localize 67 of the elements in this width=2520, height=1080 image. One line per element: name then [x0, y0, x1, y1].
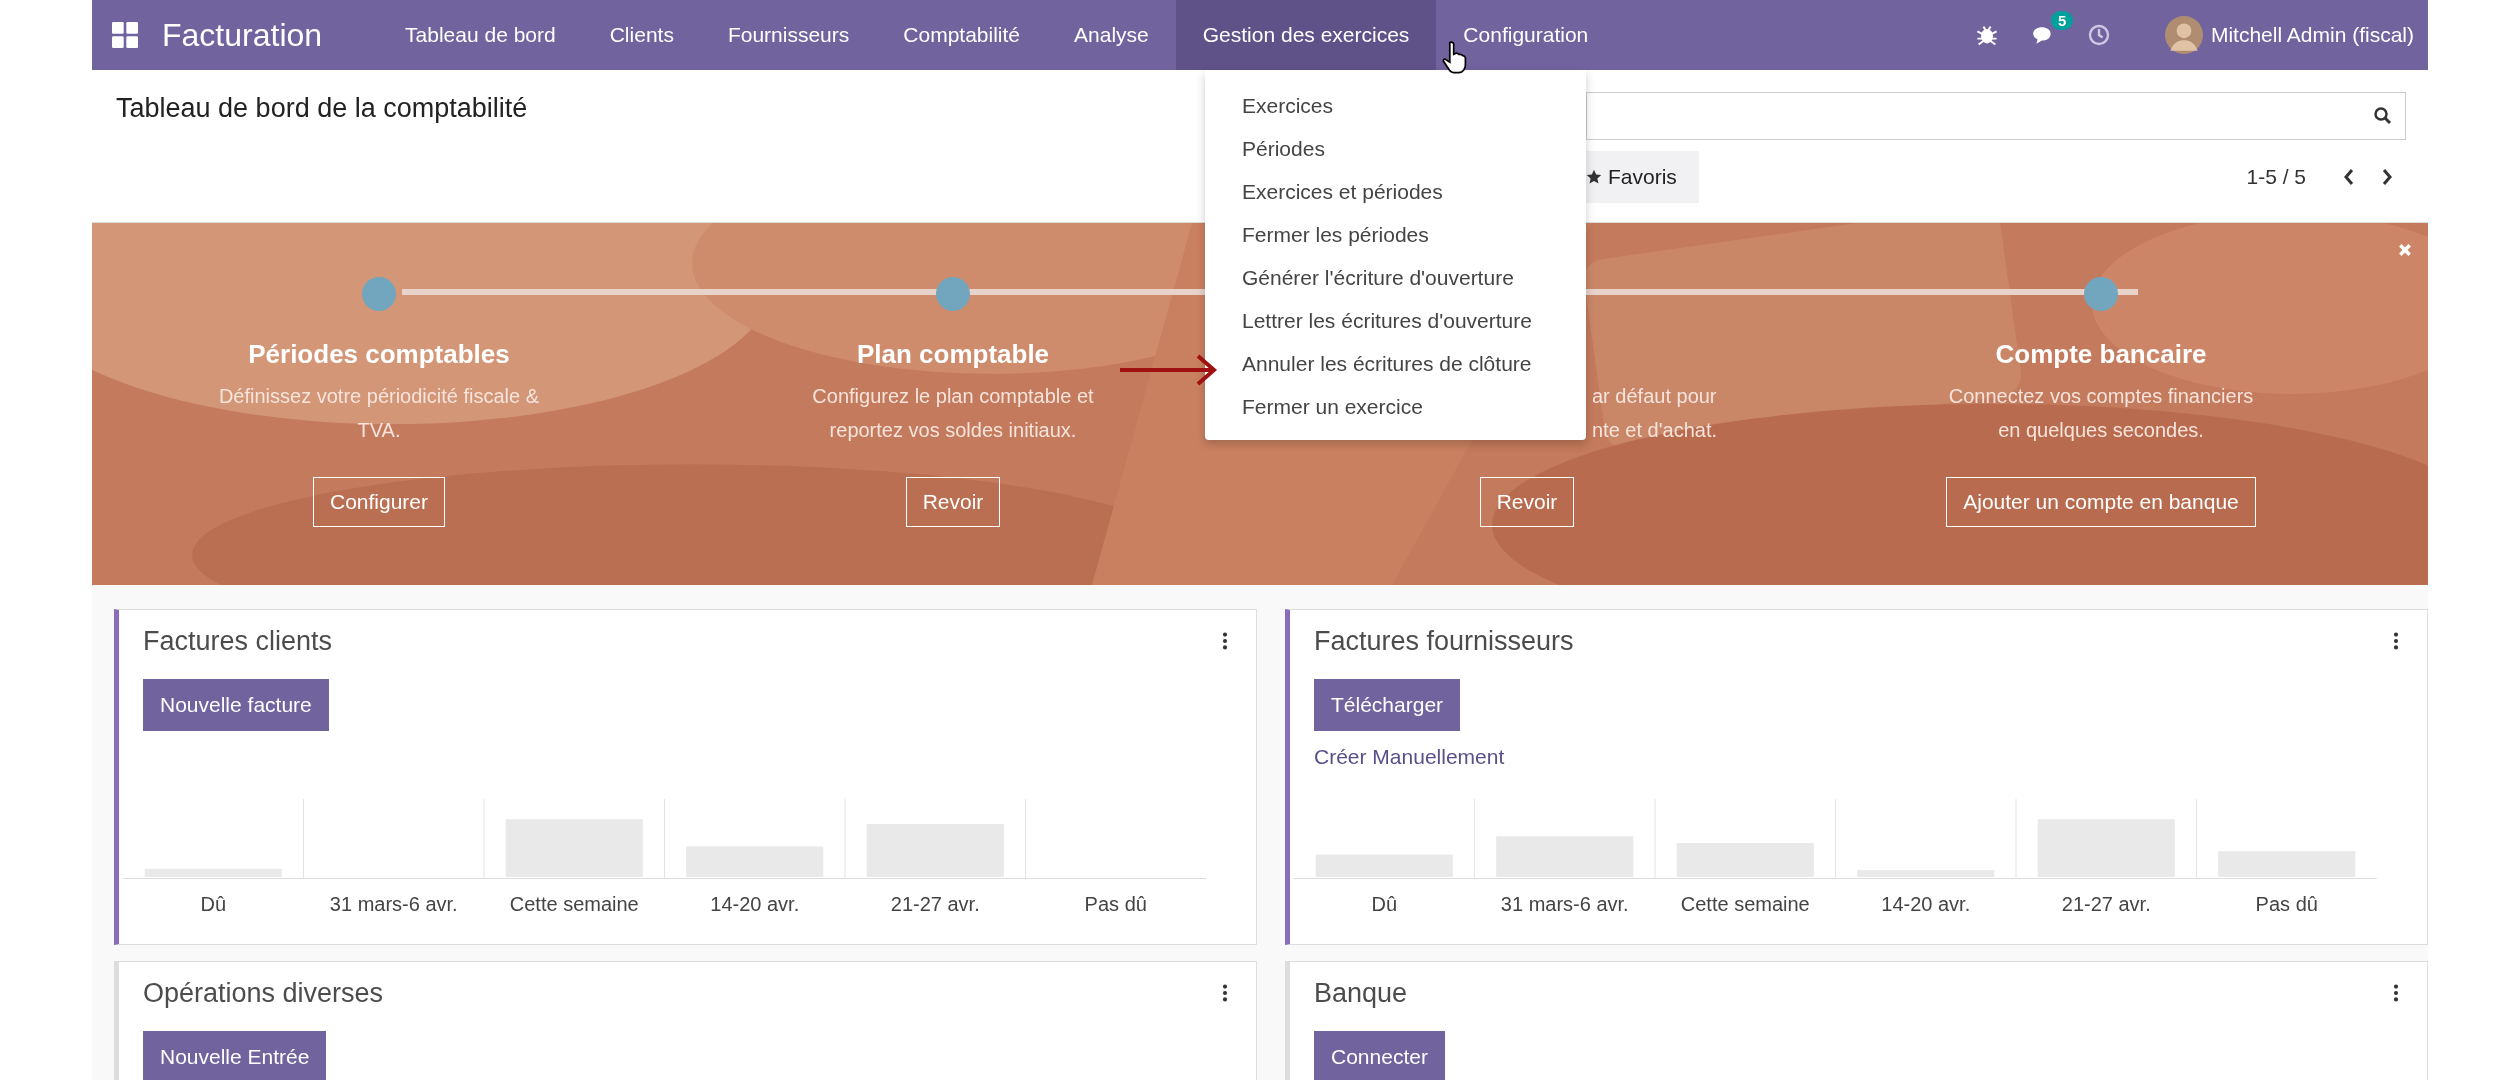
axis-label: Pas dû [2254, 893, 2319, 916]
more-options-icon[interactable] [2393, 632, 2399, 650]
apps-menu-icon[interactable] [112, 22, 138, 48]
previous-icon[interactable] [2342, 167, 2356, 187]
app-title[interactable]: Facturation [162, 16, 323, 54]
nav-menu-item[interactable]: Configuration [1436, 0, 1616, 70]
step-button[interactable]: Configurer [312, 477, 446, 527]
step-title: Périodes comptables [248, 339, 510, 371]
close-button[interactable] [2396, 241, 2414, 259]
axis-label: Pas dû [1083, 893, 1148, 916]
step-button[interactable]: Ajouter un compte en banque [1946, 477, 2256, 527]
nav-menu-item[interactable]: Gestion des exercices [1175, 0, 1437, 70]
step-description: TVA. [356, 418, 402, 443]
card-title: Factures fournisseurs [1314, 626, 1574, 657]
step-description: nte et d'achat. [1592, 418, 1718, 443]
next-icon[interactable] [2380, 167, 2394, 187]
axis-label: 31 mars-6 avr. [328, 893, 459, 916]
axis-label: Cette semaine [508, 893, 640, 916]
nav-menu-item[interactable]: Comptabilité [876, 0, 1048, 70]
axis-label: 21-27 avr. [2060, 893, 2152, 916]
axis-label: Cette semaine [1679, 893, 1811, 916]
step-description: ar défaut pour [1592, 384, 1718, 409]
page-title: Tableau de bord de la comptabilité [116, 92, 528, 124]
star-icon [1586, 169, 1602, 185]
axis-label: 31 mars-6 avr. [1499, 893, 1630, 916]
card-title: Banque [1314, 978, 1408, 1009]
axis-label: 14-20 avr. [1880, 893, 1972, 916]
more-options-icon[interactable] [2393, 984, 2399, 1002]
card-title: Factures clients [143, 626, 333, 657]
step-description: Définissez votre périodicité fiscale & [218, 384, 540, 409]
axis-label: Dû [1370, 893, 1399, 916]
more-options-icon[interactable] [1222, 632, 1228, 650]
step-description: Configurez le plan comptable et [812, 384, 1094, 409]
nav-menu-item[interactable]: Fournisseurs [700, 0, 877, 70]
step-button[interactable]: Revoir [1479, 477, 1575, 527]
axis-label: 21-27 avr. [889, 893, 981, 916]
dropdown-item[interactable]: Exercices [1205, 84, 1586, 127]
nav-menu-item[interactable]: Analyse [1047, 0, 1176, 70]
dropdown-item[interactable]: Annuler les écritures de clôture [1205, 342, 1586, 385]
dropdown-item[interactable]: Lettrer les écritures d'ouverture [1205, 299, 1586, 342]
clock-icon[interactable] [2086, 23, 2111, 47]
step-button[interactable]: Revoir [905, 477, 1001, 527]
primary-button[interactable]: Télécharger [1314, 679, 1461, 731]
step-description: Connectez vos comptes financiers [1948, 384, 2254, 409]
primary-button[interactable]: Nouvelle Entrée [143, 1031, 327, 1080]
card-title: Opérations diverses [143, 978, 384, 1009]
nav-menu-item[interactable]: Tableau de bord [378, 0, 583, 70]
avatar-icon[interactable] [2164, 16, 2203, 54]
nav-menu-item[interactable]: Clients [582, 0, 701, 70]
step-title: Compte bancaire [1995, 339, 2207, 371]
search-field[interactable] [1586, 92, 2406, 140]
step-title: Plan comptable [856, 339, 1050, 371]
dropdown-item[interactable]: Fermer les périodes [1205, 213, 1586, 256]
axis-label: Dû [199, 893, 228, 916]
axis-label: 14-20 avr. [709, 893, 801, 916]
primary-button[interactable]: Nouvelle facture [143, 679, 329, 731]
search-icon[interactable] [2373, 106, 2393, 126]
pager-value: 1-5 / 5 [2246, 165, 2306, 189]
dropdown-item[interactable]: Générer l'écriture d'ouverture [1205, 256, 1586, 299]
more-options-icon[interactable] [1222, 984, 1228, 1002]
user-name[interactable]: Mitchell Admin (fiscal) [2210, 23, 2414, 47]
primary-button[interactable]: Connecter [1314, 1031, 1445, 1080]
dropdown-item[interactable]: Fermer un exercice [1205, 385, 1586, 428]
notification-badge: 5 [2050, 11, 2074, 30]
step-description: en quelques secondes. [1997, 418, 2205, 443]
step-description: reportez vos soldes initiaux. [828, 418, 1078, 443]
create-manually-link[interactable]: Créer Manuellement [1314, 745, 1505, 775]
